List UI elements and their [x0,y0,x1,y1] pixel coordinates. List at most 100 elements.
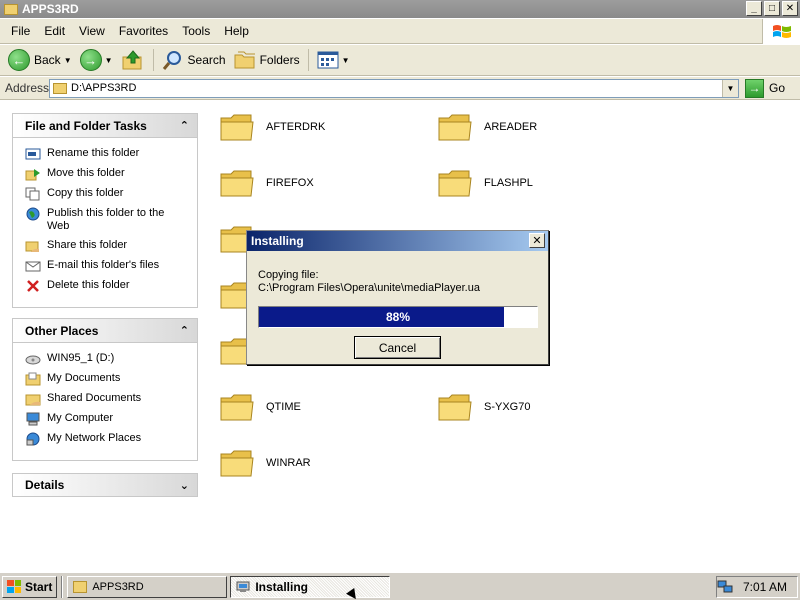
task-copy-folder[interactable]: Copy this folder [25,187,189,201]
system-tray: 7:01 AM [716,576,798,598]
email-icon [25,259,41,273]
menu-help[interactable]: Help [217,24,256,38]
dialog-close-button[interactable]: ✕ [529,233,545,248]
other-places-body: WIN95_1 (D:) My Documents Shared Documen… [12,342,198,461]
drive-icon [25,352,41,366]
windows-flag-icon [7,580,21,593]
delete-icon [25,279,41,293]
go-button[interactable]: → Go [745,78,785,98]
menu-favorites[interactable]: Favorites [112,24,175,38]
network-tray-icon[interactable] [717,580,733,594]
back-button[interactable]: ← Back ▼ [4,47,76,73]
folder-icon [53,82,67,94]
dialog-message: Copying file: C:\Program Files\Opera\uni… [258,269,480,295]
copying-label: Copying file: [258,269,319,281]
folder-item[interactable]: QTIME [220,392,301,422]
taskbar-item-apps3rd[interactable]: APPS3RD [67,575,228,598]
up-folder-button[interactable] [117,47,149,73]
folder-item[interactable]: WINRAR [220,448,311,478]
menu-view[interactable]: View [72,24,112,38]
dialog-title-bar[interactable]: Installing ✕ [247,231,548,251]
go-arrow-icon: → [745,78,764,98]
other-places-header[interactable]: Other Places ⌃ [12,318,198,342]
chevron-down-icon[interactable]: ▼ [722,79,738,97]
menu-bar: File Edit View Favorites Tools Help [0,19,800,44]
installing-dialog: Installing ✕ Copying file: C:\Program Fi… [246,230,549,365]
folder-icon [438,114,472,141]
folder-item[interactable]: AREADER [438,112,537,142]
details-panel: Details ⌄ [12,473,198,497]
start-button[interactable]: Start [2,575,58,598]
chevron-down-icon[interactable]: ▼ [342,56,350,65]
menu-edit[interactable]: Edit [37,24,72,38]
folder-icon [220,450,254,477]
folder-icon [73,580,88,593]
clock[interactable]: 7:01 AM [743,580,787,594]
folder-icon [220,170,254,197]
copy-icon [25,187,41,201]
collapse-chevron-icon[interactable]: ⌃ [180,119,189,132]
views-icon [317,51,339,69]
folders-icon [234,51,255,69]
search-button[interactable]: Search [158,47,230,73]
collapse-chevron-icon[interactable]: ⌃ [180,324,189,337]
chevron-down-icon[interactable]: ▼ [64,56,72,65]
other-places-panel: Other Places ⌃ WIN95_1 (D:) My Documents [12,318,198,461]
file-folder-tasks-header[interactable]: File and Folder Tasks ⌃ [12,113,198,137]
copying-file-path: C:\Program Files\Opera\unite\mediaPlayer… [258,282,480,294]
search-icon [162,51,181,70]
folder-item[interactable]: FIREFOX [220,168,314,198]
maximize-button[interactable]: □ [764,1,780,16]
window-title: APPS3RD [22,2,79,16]
documents-icon [25,372,41,386]
place-my-computer[interactable]: My Computer [25,412,189,426]
up-folder-icon [122,50,142,70]
place-drive-d[interactable]: WIN95_1 (D:) [25,352,189,366]
forward-arrow-icon: → [79,49,102,71]
address-value: D:\APPS3RD [71,82,137,94]
folder-icon [438,170,472,197]
close-button[interactable]: ✕ [782,1,798,16]
task-share-folder[interactable]: Share this folder [25,239,189,253]
folders-button[interactable]: Folders [230,47,304,73]
taskbar-item-installing[interactable]: Installing [230,575,391,598]
folder-item[interactable]: AFTERDRK [220,112,325,142]
minimize-button[interactable]: _ [746,1,762,16]
place-my-documents[interactable]: My Documents [25,372,189,386]
toolbar-separator [152,49,154,71]
taskbar-separator [61,575,64,598]
taskbar: Start APPS3RD Installing 7:01 AM [0,572,800,600]
globe-icon [25,207,41,221]
window-controls: _ □ ✕ [746,1,798,16]
title-bar[interactable]: APPS3RD _ □ ✕ [0,0,800,18]
task-rename-folder[interactable]: Rename this folder [25,147,189,161]
dialog-title: Installing [251,234,304,248]
cancel-button[interactable]: Cancel [354,336,441,359]
views-button[interactable]: ▼ [313,47,354,73]
task-email-files[interactable]: E-mail this folder's files [25,259,189,273]
forward-button[interactable]: → ▼ [76,47,117,73]
place-shared-documents[interactable]: Shared Documents [25,392,189,406]
file-folder-tasks-body: Rename this folder Move this folder Copy… [12,137,198,308]
task-delete-folder[interactable]: Delete this folder [25,279,189,293]
menu-file[interactable]: File [4,24,37,38]
toolbar: ← Back ▼ → ▼ Search Folders ▼ [0,45,800,76]
progress-bar: 88% [258,306,538,328]
task-pane: File and Folder Tasks ⌃ Rename this fold… [0,101,210,572]
expand-chevron-icon[interactable]: ⌄ [180,479,189,492]
folder-item[interactable]: S-YXG70 [438,392,530,422]
address-label: Address [5,81,50,95]
network-icon [25,432,41,446]
file-folder-tasks-panel: File and Folder Tasks ⌃ Rename this fold… [12,113,198,308]
task-move-folder[interactable]: Move this folder [25,167,189,181]
details-header[interactable]: Details ⌄ [12,473,198,497]
installer-icon [236,581,250,592]
task-publish-folder[interactable]: Publish this folder to the Web [25,207,189,233]
folder-icon [220,394,254,421]
address-input[interactable]: D:\APPS3RD ▼ [49,78,739,98]
folder-item[interactable]: FLASHPL [438,168,533,198]
rename-icon [25,147,41,161]
place-my-network-places[interactable]: My Network Places [25,432,189,446]
menu-tools[interactable]: Tools [175,24,217,38]
chevron-down-icon[interactable]: ▼ [105,56,113,65]
